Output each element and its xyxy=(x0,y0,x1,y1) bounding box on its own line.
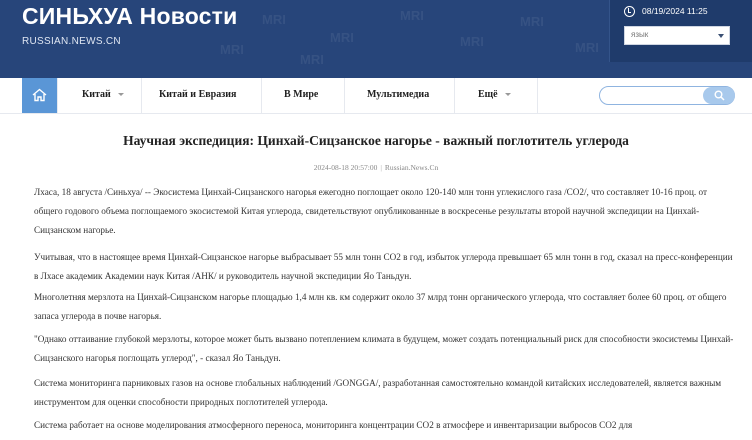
language-select[interactable]: язык xyxy=(624,26,730,45)
nav-divider xyxy=(261,78,262,113)
nav-divider xyxy=(344,78,345,113)
search-button[interactable] xyxy=(703,87,735,104)
article-paragraph: Учитывая, что в настоящее время Цинхай-С… xyxy=(34,252,733,281)
article-paragraph: Лхаса, 18 августа /Синьхуа/ -- Экосистем… xyxy=(34,187,707,235)
article-paragraph: Система мониторинга парниковых газов на … xyxy=(34,378,722,407)
chevron-down-icon xyxy=(117,93,124,97)
nav-item-china-eurasia[interactable]: Китай и Евразия xyxy=(159,89,236,100)
article-title: Научная экспедиция: Цинхай-Сицзанское на… xyxy=(123,133,629,148)
current-datetime: 08/19/2024 11:25 xyxy=(642,6,708,16)
site-domain: RUSSIAN.NEWS.CN xyxy=(22,36,121,47)
article-date: 2024-08-18 20:57:00 xyxy=(313,163,378,172)
nav-divider xyxy=(454,78,455,113)
nav-divider xyxy=(537,78,538,113)
nav-divider xyxy=(141,78,142,113)
article-paragraph: Система работает на основе моделирования… xyxy=(34,420,633,430)
search-icon xyxy=(714,90,725,101)
nav-item-label: Китай xyxy=(82,89,111,100)
home-button[interactable] xyxy=(22,78,57,113)
nav-item-label: Китай и Евразия xyxy=(159,89,237,100)
nav-item-label: Мультимедиа xyxy=(367,89,430,100)
language-select-value: язык xyxy=(631,30,649,39)
clock-icon xyxy=(624,6,635,17)
nav-item-china[interactable]: Китай xyxy=(82,89,124,100)
chevron-down-icon xyxy=(718,34,724,38)
article-source: Russian.News.Cn xyxy=(384,163,439,172)
home-icon xyxy=(32,88,47,102)
nav-divider xyxy=(57,78,58,113)
article-meta: 2024-08-18 20:57:00 | Russian.News.Cn xyxy=(313,163,439,172)
site-logo[interactable]: СИНЬХУА Новости xyxy=(22,3,237,30)
article-paragraph: "Однако оттаивание глубокой мерзлоты, ко… xyxy=(34,334,734,363)
nav-item-label: Ещё xyxy=(478,89,498,100)
chevron-down-icon xyxy=(504,93,511,97)
nav-item-label: В Мире xyxy=(284,89,319,100)
nav-item-multimedia[interactable]: Мультимедиа xyxy=(367,89,429,100)
article-paragraph: Многолетняя мерзлота на Цинхай-Сицзанско… xyxy=(34,292,727,321)
nav-item-more[interactable]: Ещё xyxy=(478,89,511,100)
nav-item-world[interactable]: В Мире xyxy=(284,89,318,100)
